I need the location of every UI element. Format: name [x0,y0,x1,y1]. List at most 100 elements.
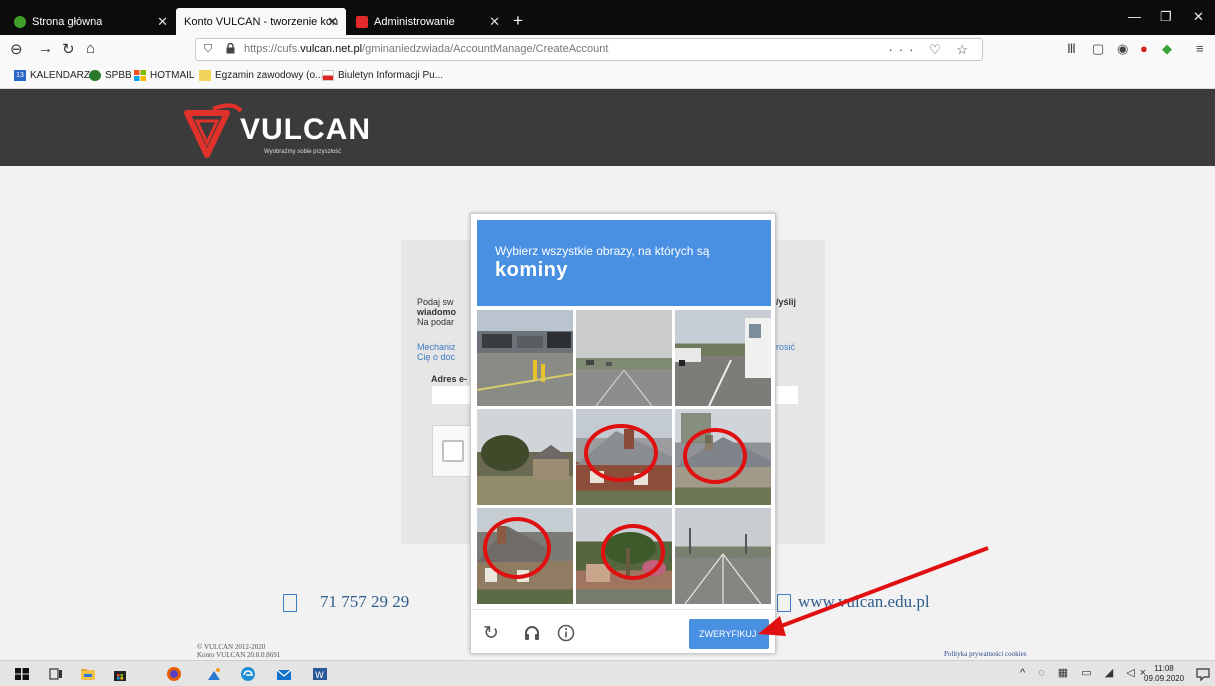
bookmark-label: Biuletyn Informacji Pu... [338,70,444,81]
intro-text-line3: Na podar [417,317,455,327]
copyright-text: © VULCAN 2012-2020 [197,643,266,651]
library-icon[interactable]: Ⅲ [1067,41,1076,57]
extension-red-icon[interactable]: ● [1140,41,1148,56]
clock-time: 11:08 [1154,664,1174,673]
challenge-footer: ↻ ZWERYFIKUJ [471,609,775,654]
word-icon[interactable]: W [312,666,328,682]
tile-image [586,360,653,406]
verify-button[interactable]: ZWERYFIKUJ [689,619,769,649]
system-tray-icon[interactable]: ^ ◌ ▦ ▭ ◢ ◁× [1020,666,1151,679]
account-icon[interactable]: ◉ [1117,41,1128,57]
address-bar[interactable]: ⛉ https://cufs.vulcan.net.pl/gminaniedzw… [195,38,983,61]
selection-circle [584,424,658,482]
bookmark-label: HOTMAIL [150,70,195,81]
tab-create-account[interactable]: Konto VULCAN - tworzenie konta ✕ [176,8,346,35]
file-explorer-icon[interactable] [80,666,96,682]
cookie-policy-link[interactable]: Polityka prywatności cookies [944,650,1026,658]
system-clock[interactable]: 11:08 09.09.2020 [1144,664,1184,684]
tab-home[interactable]: Strona główna ✕ [6,10,176,34]
info-link[interactable]: Mechaniz [417,342,456,352]
selection-circle [601,524,665,580]
tile-image [481,435,571,479]
tab-administration[interactable]: Administrowanie ✕ [348,10,508,34]
challenge-target: kominy [495,259,569,281]
mail-icon[interactable] [276,666,292,682]
notifications-icon[interactable] [1195,666,1211,682]
tracking-shield-icon[interactable]: ⛉ [204,43,212,56]
selection-circle [483,517,551,579]
logo-text: VULCAN [240,113,371,146]
globe-favicon-icon [14,16,26,28]
restore-icon[interactable]: ❐ [1160,9,1172,25]
windows-start-icon[interactable] [14,666,30,682]
minimize-icon[interactable]: — [1128,9,1141,24]
bookmarks-bar: 13 KALENDARZ SPBB HOTMAIL Egzamin zawodo… [0,64,1215,89]
back-icon[interactable]: ⊖ [10,40,23,58]
image-grid [477,310,771,604]
clock-date: 09.09.2020 [1144,674,1185,683]
page-actions-icon[interactable]: ··· ♡ ☆ [888,42,974,58]
firefox-icon[interactable] [166,666,182,682]
intro-text-right: /yślij [776,297,797,307]
image-tile[interactable] [675,310,771,406]
edge-icon[interactable] [240,666,256,682]
web-icon [777,594,791,612]
admin-favicon-icon [356,16,368,28]
sidebar-icon[interactable]: ▢ [1092,41,1104,57]
store-icon[interactable] [112,666,128,682]
forward-icon[interactable]: → [38,40,53,57]
recaptcha-challenge: Wybierz wszystkie obrazy, na których są … [470,213,776,654]
microsoft-icon [134,70,146,81]
spbb-icon [89,70,101,81]
tile-image [675,318,771,406]
bookmark-spbb[interactable]: SPBB [89,70,132,81]
tab-title: Konto VULCAN - tworzenie konta [184,15,338,28]
bookmark-egzamin[interactable]: Egzamin zawodowy (o... [199,70,323,81]
info-link-line2[interactable]: Cię o doc [417,352,455,362]
recaptcha-checkbox[interactable] [442,440,464,462]
bookmark-hotmail[interactable]: HOTMAIL [134,70,194,81]
version-text: Konto VULCAN 20.8.0.8691 [197,651,281,659]
photos-icon[interactable] [206,666,222,682]
task-view-icon[interactable] [48,666,64,682]
calendar-icon: 13 [14,70,26,81]
flag-icon [322,70,334,81]
reload-challenge-icon[interactable]: ↻ [483,622,499,645]
phone-icon [283,594,297,612]
windows-taskbar: W ^ ◌ ▦ ▭ ◢ ◁× 11:08 09.09.2020 [0,660,1215,686]
audio-challenge-icon[interactable] [523,624,541,642]
image-tile[interactable] [675,508,771,604]
new-tab-icon[interactable]: + [513,11,523,31]
close-tab-icon[interactable]: ✕ [489,14,500,30]
bookmark-bip[interactable]: Biuletyn Informacji Pu... [322,70,443,81]
image-tile[interactable] [477,310,573,406]
menu-icon[interactable]: ≡ [1196,41,1204,56]
close-tab-icon[interactable]: ✕ [157,14,168,30]
bookmark-calendar[interactable]: 13 KALENDARZ [14,70,90,81]
website-link[interactable]: www.vulcan.edu.pl [798,592,930,612]
image-tile[interactable] [576,310,672,406]
phone-number[interactable]: 71 757 29 29 [320,592,409,612]
tile-image [477,332,573,391]
tab-title: Administrowanie [374,16,455,28]
bookmark-label: KALENDARZ [30,70,91,81]
url-text: https://cufs.vulcan.net.pl/gminaniedzwia… [244,43,609,55]
bookmark-label: SPBB [105,70,132,81]
image-tile[interactable] [477,409,573,505]
info-link-right[interactable]: rosić [776,342,795,352]
tab-title: Strona główna [32,16,103,28]
bookmark-label: Egzamin zawodowy (o... [215,70,324,81]
tile-image [684,528,762,604]
lock-icon[interactable] [226,43,235,54]
reload-icon[interactable]: ↻ [62,40,75,58]
extension-green-icon[interactable]: ◆ [1162,41,1172,57]
browser-tab-bar: Strona główna ✕ Konto VULCAN - tworzenie… [0,0,1215,35]
selection-circle [683,428,747,484]
email-label: Adres e- [431,374,468,384]
challenge-instruction: Wybierz wszystkie obrazy, na których są [495,244,710,258]
document-icon [199,70,211,81]
close-tab-icon[interactable]: ✕ [327,14,338,30]
home-icon[interactable]: ⌂ [86,40,95,57]
info-icon[interactable] [557,624,575,642]
close-window-icon[interactable]: ✕ [1193,9,1204,25]
